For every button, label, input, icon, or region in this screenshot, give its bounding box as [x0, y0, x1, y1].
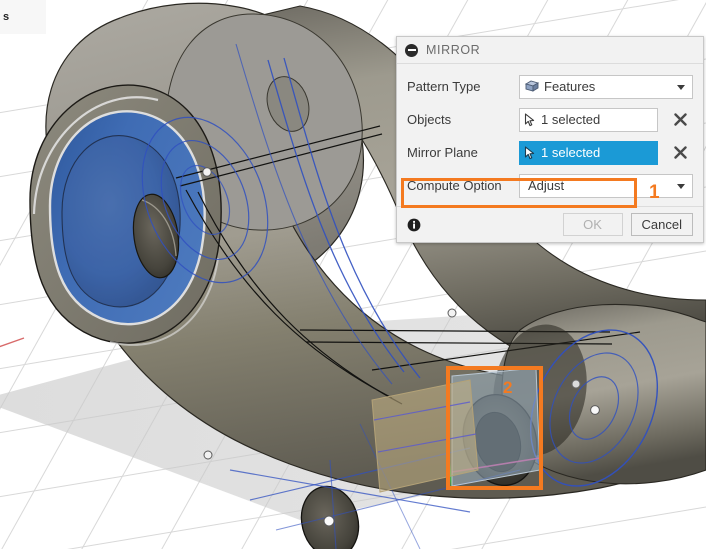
- mirror-plane-selection-field[interactable]: 1 selected: [519, 140, 658, 165]
- cursor-arrow-icon: [524, 112, 535, 126]
- row-mirror-plane: Mirror Plane 1 selected: [397, 136, 703, 169]
- objects-value: 1 selected: [541, 112, 601, 127]
- dialog-header[interactable]: MIRROR: [397, 37, 703, 64]
- ok-button[interactable]: OK: [562, 213, 623, 236]
- dialog-button-group: OK Cancel: [562, 213, 693, 236]
- mirror-plane-label: Mirror Plane: [407, 145, 478, 160]
- compute-option-dropdown[interactable]: Adjust: [519, 173, 693, 198]
- objects-selection-field[interactable]: 1 selected: [519, 107, 658, 132]
- mirror-plane-value: 1 selected: [541, 145, 601, 160]
- row-pattern-type: Pattern Type Features: [397, 70, 703, 103]
- pattern-type-dropdown[interactable]: Features: [519, 74, 693, 99]
- close-icon: [673, 113, 687, 126]
- dialog-title: MIRROR: [426, 43, 481, 57]
- annotation-marker-2: 2: [503, 378, 513, 397]
- features-icon: [524, 80, 540, 92]
- cancel-button[interactable]: Cancel: [630, 213, 693, 236]
- chevron-down-icon[interactable]: [677, 183, 685, 189]
- mirror-dialog[interactable]: MIRROR Pattern Type Features Objects 1 s…: [396, 36, 704, 243]
- cursor-arrow-icon: [524, 145, 535, 159]
- annotation-marker-1: 1: [649, 182, 660, 203]
- minus-circle-icon[interactable]: [405, 43, 418, 57]
- chevron-down-icon[interactable]: [677, 84, 685, 90]
- objects-label: Objects: [407, 112, 452, 127]
- mirror-plane-clear-button[interactable]: [667, 141, 693, 165]
- info-icon[interactable]: [407, 218, 421, 232]
- compute-option-label: Compute Option: [407, 178, 502, 193]
- dialog-footer: OK Cancel: [397, 206, 703, 242]
- row-objects: Objects 1 selected: [397, 103, 703, 136]
- app-root: s 2 MIRROR Pattern Type Features Objects…: [0, 0, 706, 549]
- corner-label: s: [0, 0, 46, 34]
- pattern-type-value: Features: [544, 79, 596, 94]
- compute-option-value: Adjust: [528, 178, 565, 193]
- pattern-type-label: Pattern Type: [407, 79, 481, 94]
- dialog-body: Pattern Type Features Objects 1 selected…: [397, 64, 703, 208]
- close-icon: [673, 146, 687, 159]
- annotation-box-2: [446, 366, 543, 490]
- axis-x-line: [0, 337, 25, 348]
- objects-clear-button[interactable]: [667, 108, 693, 132]
